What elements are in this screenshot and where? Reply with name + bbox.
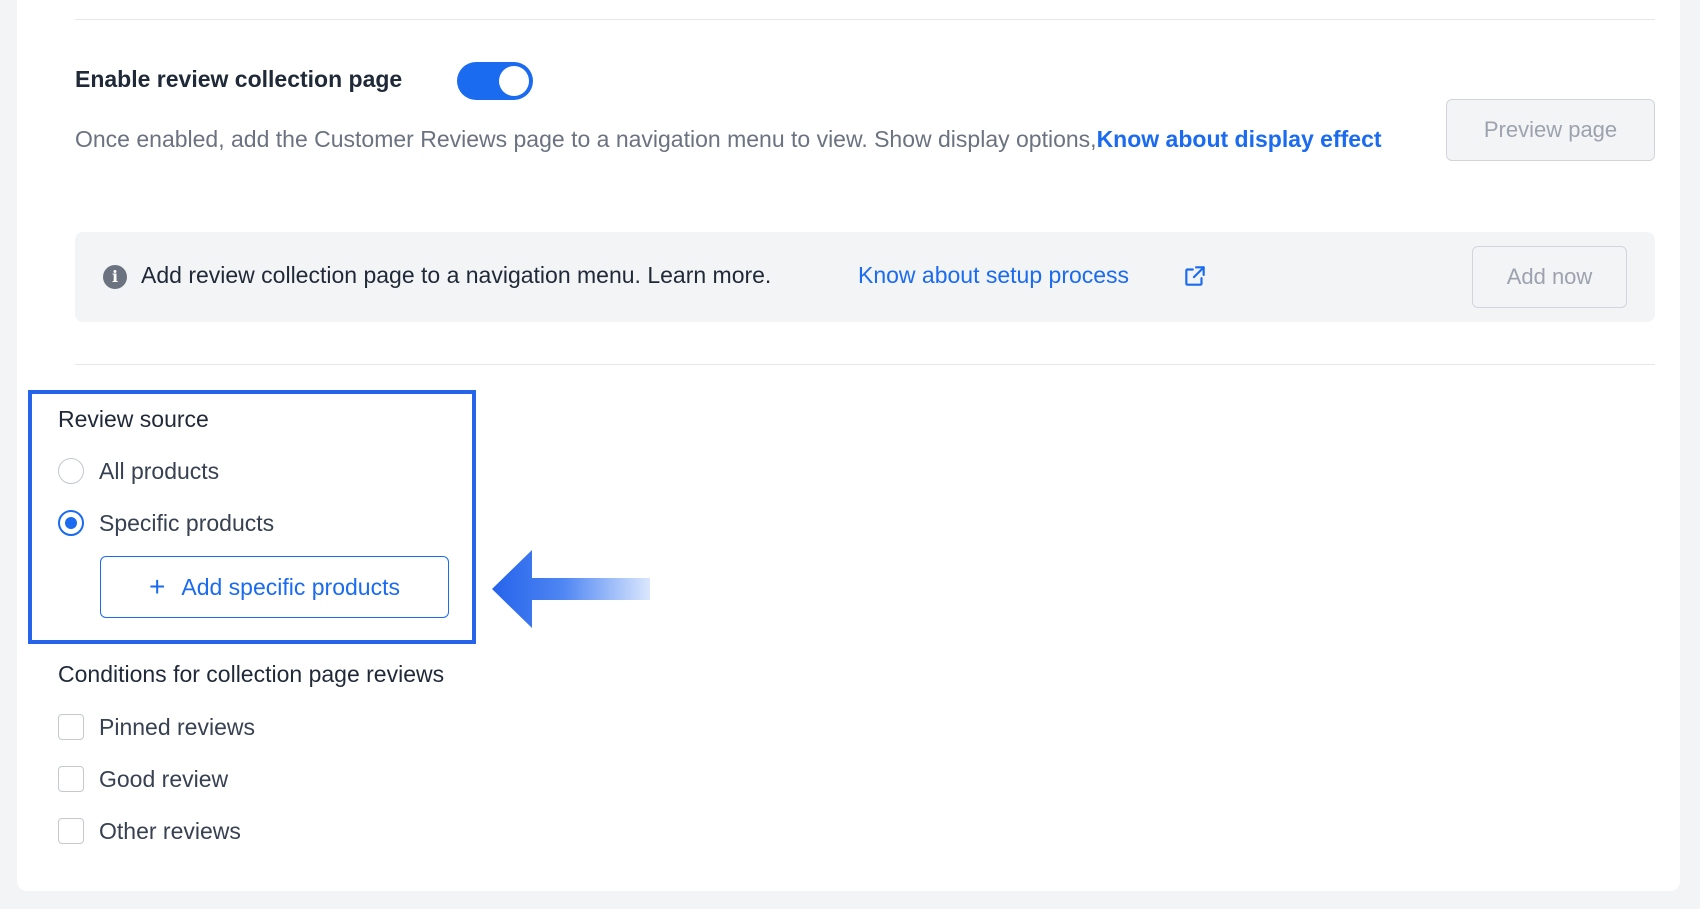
review-source-title: Review source: [58, 406, 209, 432]
radio-all-products[interactable]: All products: [58, 455, 219, 487]
add-specific-products-button[interactable]: + Add specific products: [100, 556, 449, 618]
enable-collection-page-title: Enable review collection page: [75, 66, 403, 92]
external-link-icon[interactable]: [1182, 263, 1208, 289]
radio-specific-products[interactable]: Specific products: [58, 507, 274, 539]
toggle-knob: [499, 66, 529, 96]
conditions-title: Conditions for collection page reviews: [58, 661, 445, 687]
know-about-display-effect-link[interactable]: Know about display effect: [1097, 126, 1382, 152]
navigation-notice: i Add review collection page to a naviga…: [75, 232, 1655, 322]
preview-page-button[interactable]: Preview page: [1446, 99, 1655, 161]
enable-collection-page-toggle[interactable]: [457, 62, 533, 100]
notice-text: Add review collection page to a navigati…: [141, 262, 772, 288]
checkbox-unchecked[interactable]: [58, 766, 84, 792]
checkbox-good-review[interactable]: Good review: [58, 763, 228, 795]
top-divider: [75, 19, 1655, 20]
add-specific-products-label: Add specific products: [181, 573, 400, 600]
description-text: Once enabled, add the Customer Reviews p…: [75, 126, 1097, 152]
checkbox-pinned-reviews[interactable]: Pinned reviews: [58, 711, 255, 743]
radio-label: Specific products: [99, 509, 275, 536]
checkbox-label: Other reviews: [99, 817, 241, 844]
checkbox-label: Good review: [99, 765, 229, 792]
know-about-setup-process-link[interactable]: Know about setup process: [858, 262, 1129, 289]
checkbox-other-reviews[interactable]: Other reviews: [58, 815, 241, 847]
checkbox-label: Pinned reviews: [99, 713, 255, 740]
radio-button-checked[interactable]: [58, 510, 84, 536]
add-now-button[interactable]: Add now: [1472, 246, 1627, 308]
section-divider: [75, 364, 1655, 365]
checkbox-unchecked[interactable]: [58, 714, 84, 740]
radio-button-unchecked[interactable]: [58, 458, 84, 484]
collection-page-description: Once enabled, add the Customer Reviews p…: [75, 118, 1415, 160]
checkbox-unchecked[interactable]: [58, 818, 84, 844]
info-icon: i: [103, 265, 127, 289]
pointer-arrow-icon: [492, 550, 650, 628]
plus-icon: +: [149, 571, 166, 602]
radio-label: All products: [99, 457, 220, 484]
